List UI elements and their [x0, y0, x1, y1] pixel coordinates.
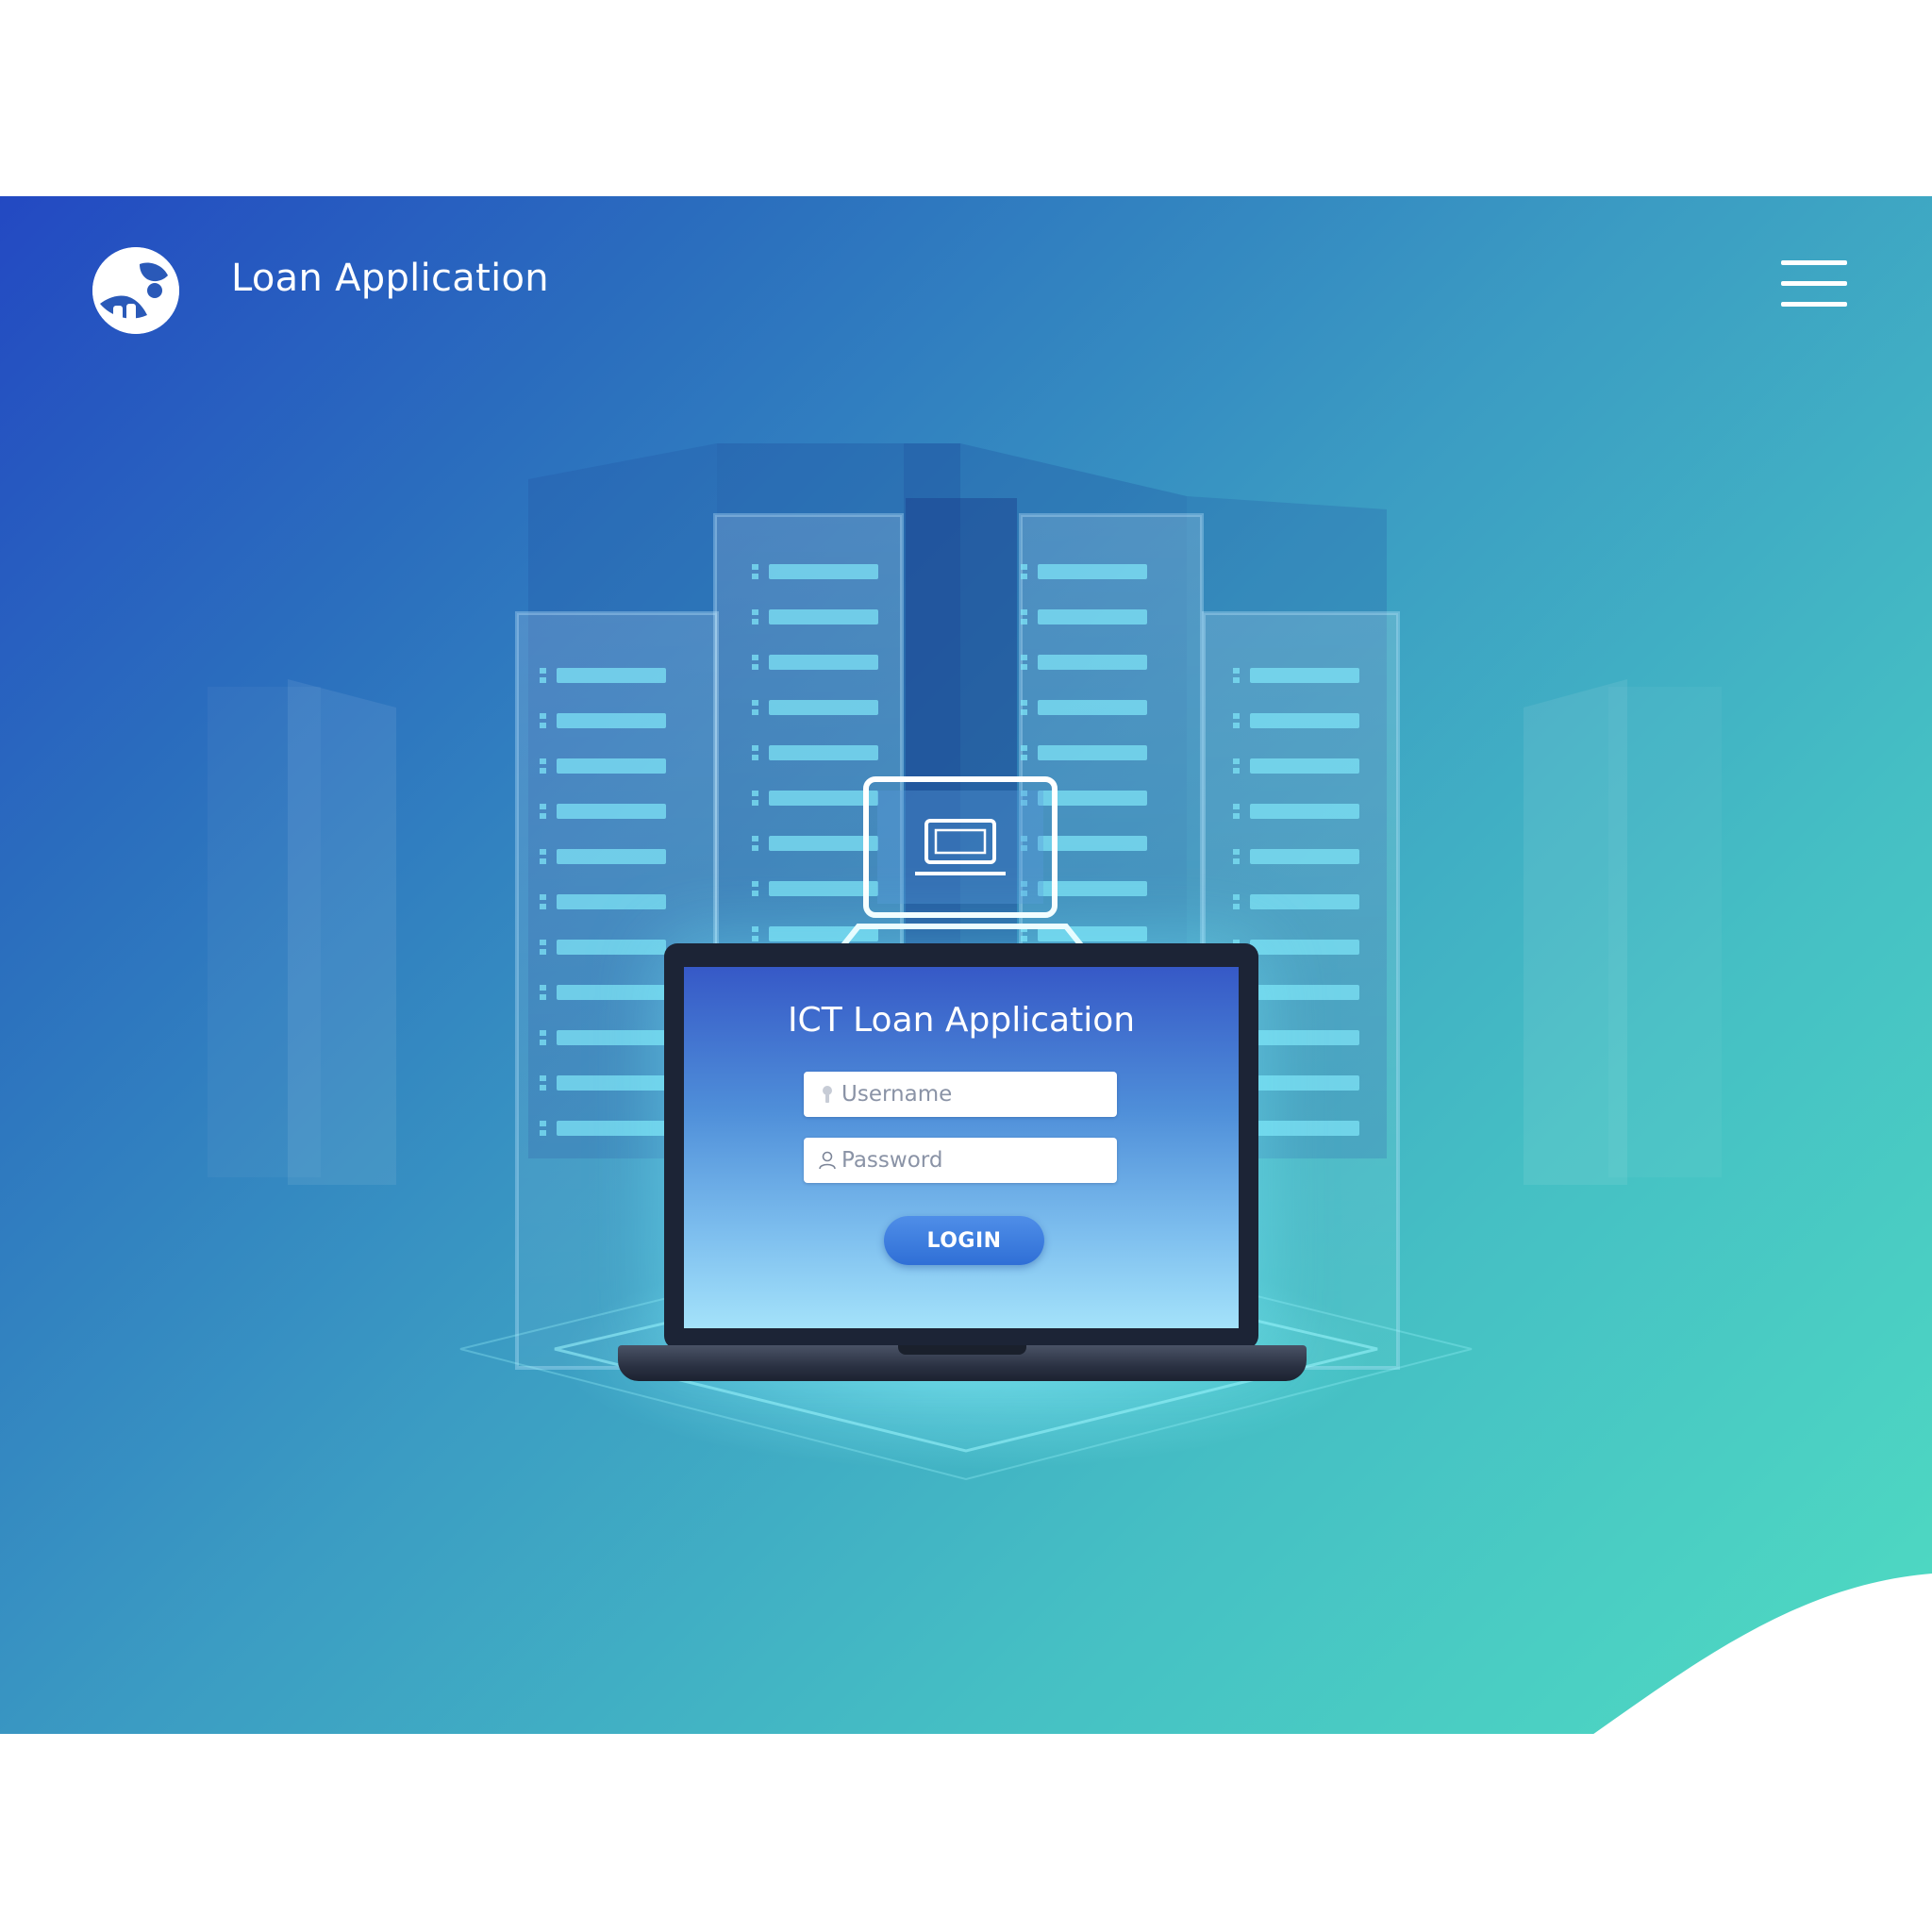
laptop-notch — [898, 1345, 1026, 1355]
bottom-wave — [1593, 1574, 1932, 1734]
key-icon — [823, 1086, 832, 1103]
app-title: Loan Application — [231, 257, 549, 300]
hamburger-menu-icon[interactable] — [1781, 260, 1847, 308]
user-icon — [819, 1151, 836, 1170]
username-field[interactable] — [804, 1072, 1117, 1117]
username-input[interactable] — [841, 1072, 1106, 1117]
password-field[interactable] — [804, 1138, 1117, 1183]
password-input[interactable] — [841, 1138, 1106, 1183]
login-button[interactable]: LOGIN — [884, 1216, 1044, 1265]
app-logo[interactable] — [92, 247, 179, 334]
login-title: ICT Loan Application — [787, 1001, 1136, 1040]
globe-hand-logo-icon — [92, 247, 179, 334]
login-screen: ICT Loan Application LOGIN — [684, 967, 1239, 1328]
mini-laptop-icon — [834, 776, 1091, 958]
